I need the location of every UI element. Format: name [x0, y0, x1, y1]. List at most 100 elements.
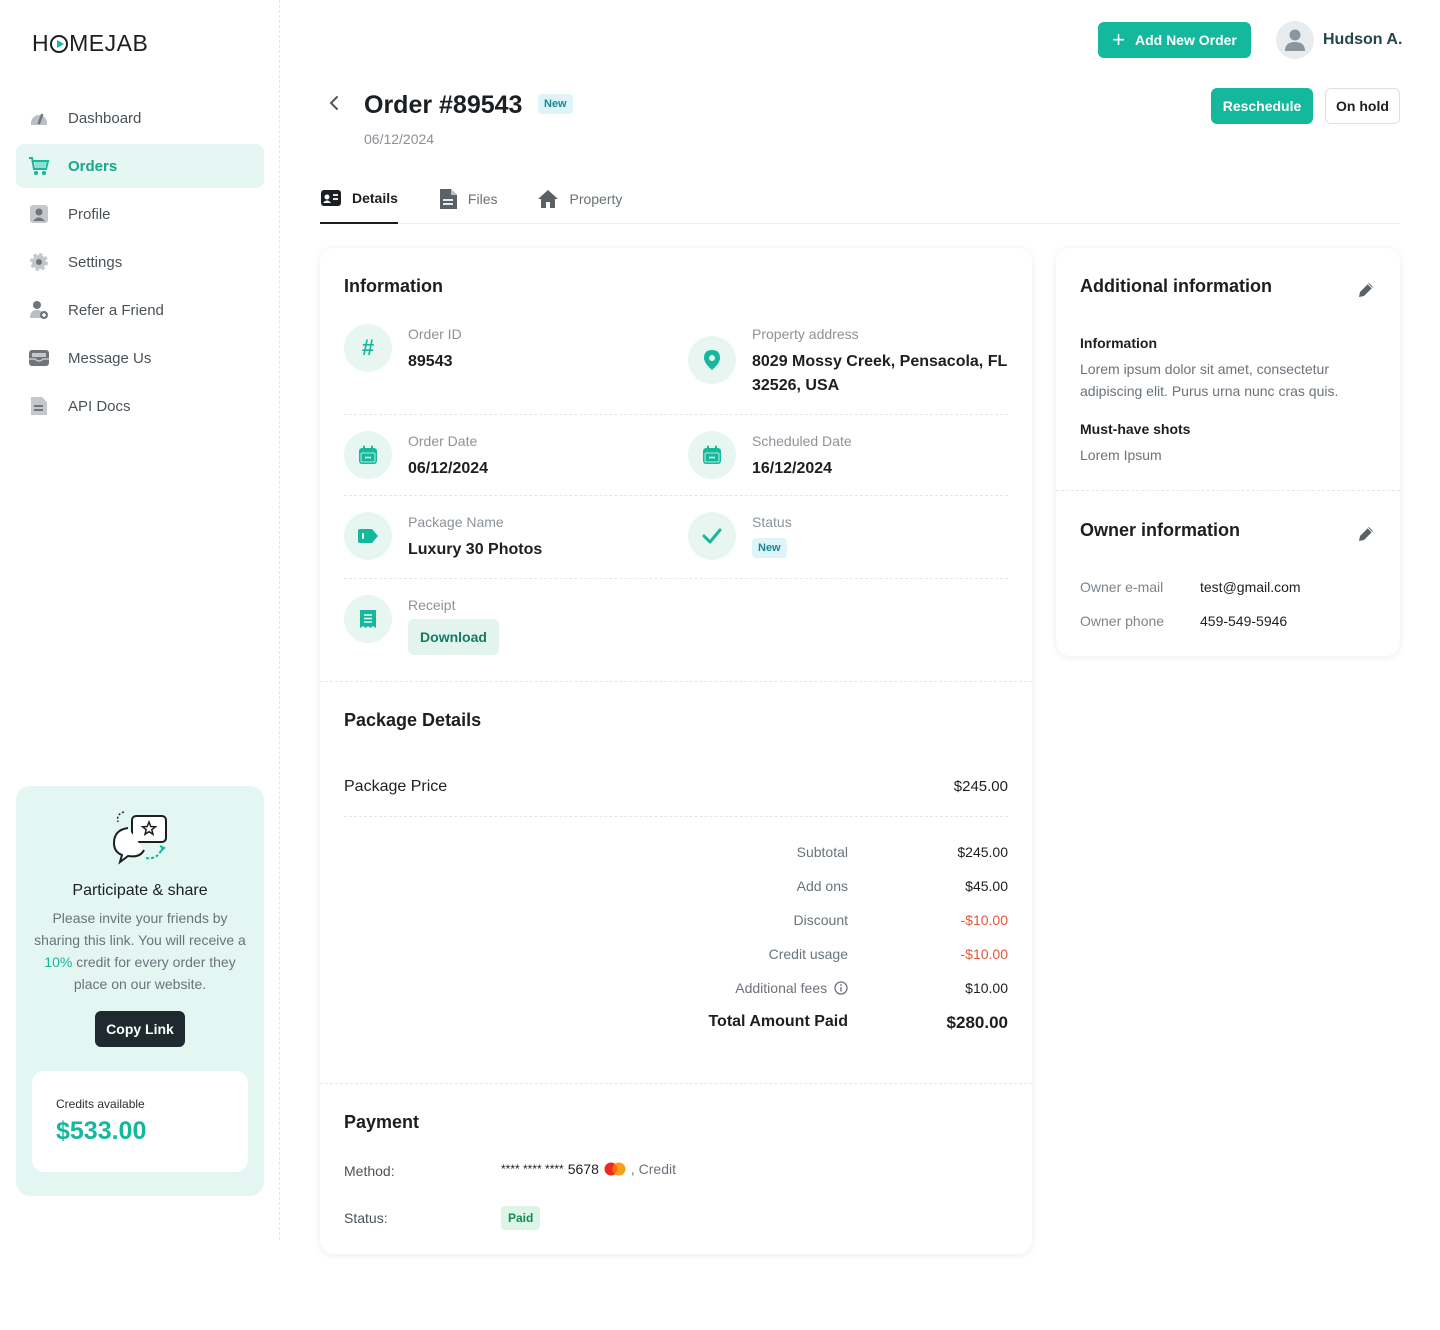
payment-status-label: Status: — [344, 1210, 388, 1226]
information-heading: Information — [1080, 335, 1157, 351]
sidebar-item-profile[interactable]: Profile — [16, 192, 264, 236]
discount-label: Discount — [793, 912, 848, 928]
subtotal-row: Subtotal $245.00 — [640, 844, 1008, 860]
reschedule-button[interactable]: Reschedule — [1211, 88, 1313, 124]
back-button[interactable] — [328, 94, 348, 118]
additional-info-card: Additional information Information Lorem… — [1056, 248, 1400, 656]
card-mask: **** **** **** — [501, 1162, 564, 1176]
section-divider — [320, 681, 1032, 682]
gear-icon — [28, 251, 50, 273]
divider — [344, 414, 1008, 415]
additional-information-title: Additional information — [1080, 276, 1272, 296]
tab-label: Files — [467, 191, 498, 207]
homejab-logo[interactable]: H MEJAB — [32, 30, 148, 57]
sidebar-item-label: Orders — [68, 157, 118, 175]
additional-fees-label: Additional fees — [640, 980, 848, 996]
order-date-value: 06/12/2024 — [408, 460, 489, 477]
order-date: 06/12/2024 — [364, 131, 435, 147]
owner-phone-label: Owner phone — [1080, 613, 1165, 629]
property-address-value: 8029 Mossy Creek, Pensacola, FL 32526, U… — [752, 350, 1007, 398]
tab-details[interactable]: Details — [320, 178, 398, 224]
property-address-field: Property address 8029 Mossy Creek, Pensa… — [688, 324, 1007, 398]
order-date-field: Order Date 06/12/2024 — [344, 431, 488, 481]
tab-label: Details — [352, 190, 398, 206]
logo-text-start: H — [32, 30, 50, 56]
receipt-icon — [344, 595, 392, 643]
tab-property[interactable]: Property — [537, 178, 622, 224]
address-line-2: 32526, USA — [752, 377, 840, 394]
sidebar-item-api-docs[interactable]: API Docs — [16, 384, 264, 428]
owner-phone-value: 459-549-5946 — [1200, 613, 1288, 629]
copy-link-button[interactable]: Copy Link — [95, 1011, 185, 1047]
logo-text-end: MEJAB — [69, 30, 149, 56]
edit-owner-info-button[interactable] — [1356, 524, 1376, 544]
location-pin-icon — [688, 336, 736, 384]
mastercard-icon — [604, 1162, 626, 1176]
owner-email-label: Owner e-mail — [1080, 579, 1164, 595]
sidebar-nav: Dashboard Orders Profile Settings Refer … — [16, 96, 264, 432]
addons-row: Add ons $45.00 — [640, 878, 1008, 894]
sidebar-item-settings[interactable]: Settings — [16, 240, 264, 284]
inbox-icon — [28, 347, 50, 369]
card-last4: 5678 — [567, 1161, 599, 1177]
user-menu[interactable]: Hudson A. — [1276, 21, 1402, 59]
add-new-order-button[interactable]: + Add New Order — [1098, 22, 1251, 58]
addons-value: $45.00 — [965, 878, 1008, 894]
owner-information-title: Owner information — [1080, 520, 1241, 540]
credit-usage-row: Credit usage -$10.00 — [640, 946, 1008, 962]
sidebar-item-orders[interactable]: Orders — [16, 144, 264, 188]
on-hold-button[interactable]: On hold — [1325, 88, 1400, 124]
calendar-icon — [688, 431, 736, 479]
tab-files[interactable]: Files — [438, 178, 498, 224]
sidebar-item-message-us[interactable]: Message Us — [16, 336, 264, 380]
page-title: Order #89543 — [364, 91, 523, 119]
owner-email-value: test@gmail.com — [1200, 579, 1301, 595]
download-receipt-button[interactable]: Download — [408, 619, 499, 655]
add-new-order-label: Add New Order — [1134, 32, 1237, 48]
sidebar-item-refer-friend[interactable]: Refer a Friend — [16, 288, 264, 332]
divider — [344, 816, 1008, 817]
divider — [344, 495, 1008, 496]
total-label: Total Amount Paid — [708, 1013, 848, 1030]
credits-card: Credits available $533.00 — [32, 1071, 248, 1172]
order-id-field: # Order ID 89543 — [344, 324, 462, 374]
paid-badge: Paid — [501, 1206, 541, 1230]
credits-value: $533.00 — [56, 1117, 147, 1145]
cart-icon — [28, 155, 50, 177]
id-card-icon — [320, 189, 342, 207]
payment-title: Payment — [344, 1112, 420, 1132]
property-address-label: Property address — [752, 326, 859, 342]
package-details-title: Package Details — [344, 710, 482, 730]
sidebar-item-label: Settings — [68, 253, 123, 271]
referral-promo-card: Participate & share Please invite your f… — [16, 786, 264, 1196]
receipt-field: Receipt Download — [344, 595, 499, 655]
calendar-icon — [344, 431, 392, 479]
status-field: Status New — [688, 512, 792, 560]
discount-row: Discount -$10.00 — [640, 912, 1008, 928]
order-details-card: Information # Order ID 89543 Property ad… — [320, 248, 1032, 1254]
total-value: $280.00 — [946, 1013, 1008, 1032]
info-icon[interactable] — [834, 981, 848, 995]
package-name-label: Package Name — [408, 514, 504, 530]
status-badge: New — [538, 94, 573, 114]
status-label: Status — [752, 514, 792, 530]
sidebar-item-label: Dashboard — [68, 109, 142, 127]
check-icon — [688, 512, 736, 560]
hash-icon: # — [344, 324, 392, 372]
total-row: Total Amount Paid $280.00 — [640, 1013, 1008, 1033]
receipt-label: Receipt — [408, 597, 456, 613]
sidebar-item-dashboard[interactable]: Dashboard — [16, 96, 264, 140]
must-have-shots-text: Lorem Ipsum — [1080, 447, 1162, 463]
scheduled-date-label: Scheduled Date — [752, 433, 852, 449]
card-type: , Credit — [630, 1161, 676, 1177]
information-title: Information — [344, 276, 443, 296]
tag-icon — [344, 512, 392, 560]
subtotal-label: Subtotal — [796, 844, 848, 860]
sidebar: H MEJAB Dashboard Orders Profile Settings — [0, 0, 280, 1240]
promo-text-start: Please invite your friends by sharing th… — [34, 910, 246, 948]
package-name-field: Package Name Luxury 30 Photos — [344, 512, 542, 562]
logo-play-icon — [50, 34, 69, 53]
share-chat-illustration — [112, 811, 167, 865]
file-icon — [438, 188, 458, 210]
edit-additional-info-button[interactable] — [1356, 280, 1376, 300]
